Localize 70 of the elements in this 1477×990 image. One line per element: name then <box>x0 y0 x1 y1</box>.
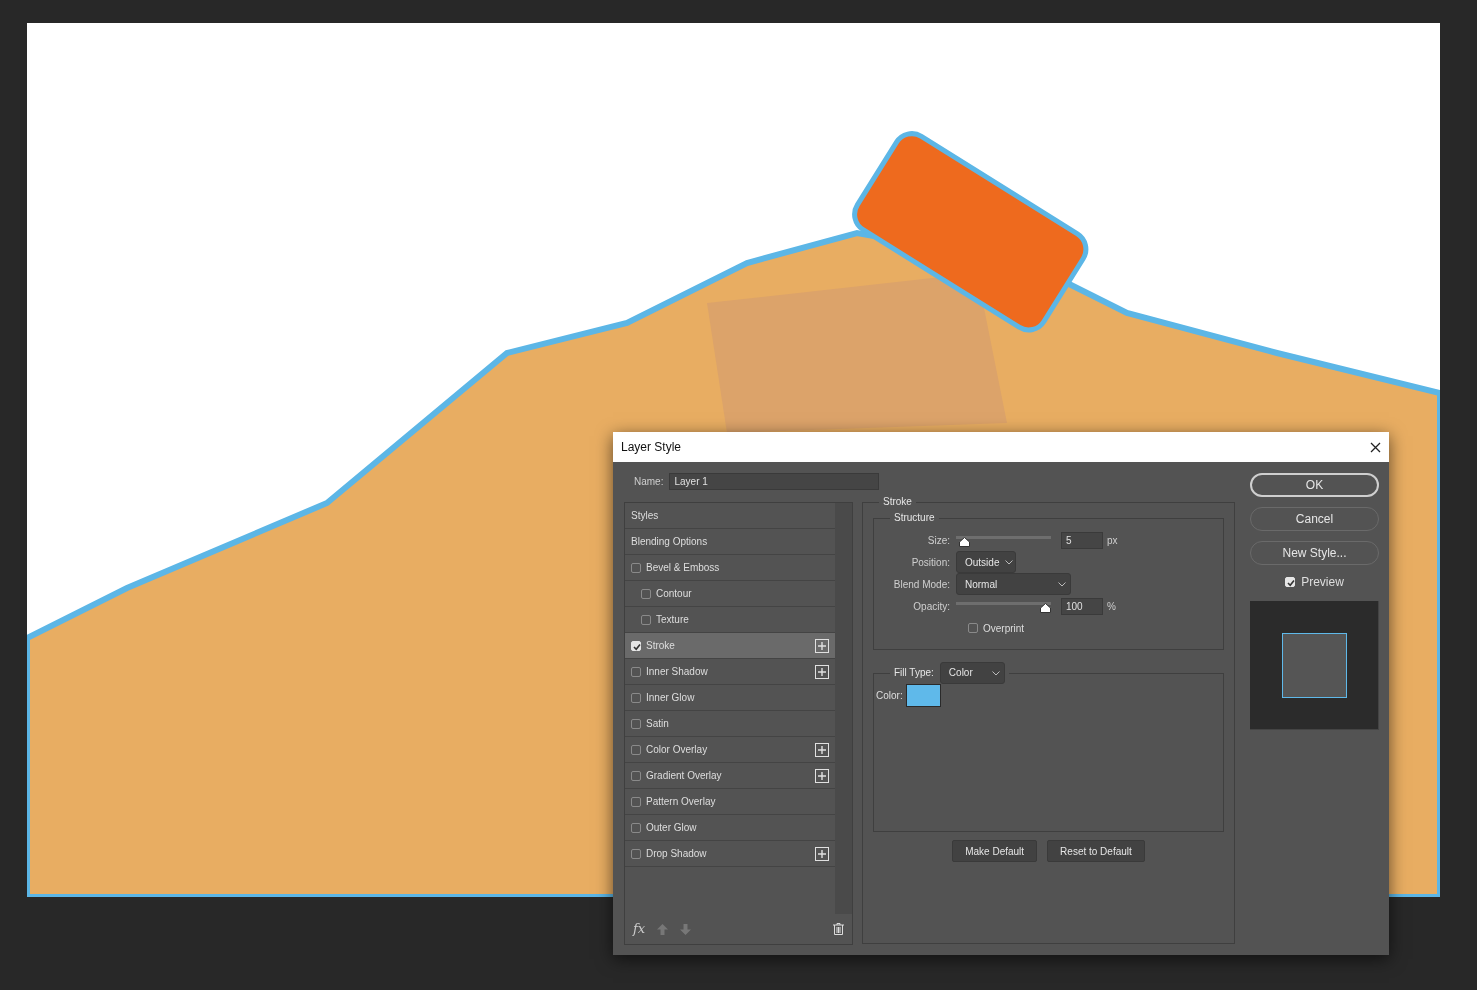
checkbox[interactable] <box>641 614 651 625</box>
name-field[interactable]: Layer 1 <box>669 472 880 490</box>
style-list-item[interactable]: Color Overlay <box>646 742 708 757</box>
chevron-down-icon <box>1058 581 1066 587</box>
style-list-item[interactable]: Contour <box>656 586 692 601</box>
style-list-item[interactable]: Texture <box>656 612 689 627</box>
checkbox[interactable] <box>631 770 641 781</box>
button[interactable]: Make Default <box>952 840 1038 862</box>
add-icon[interactable] <box>815 664 830 679</box>
style-list-item[interactable]: Pattern Overlay <box>646 794 716 809</box>
button[interactable]: OK <box>1250 473 1379 497</box>
unit-label: px <box>1107 533 1118 548</box>
button[interactable]: Reset to Default <box>1047 840 1145 862</box>
checkbox[interactable] <box>631 744 641 755</box>
section-title: Structure <box>893 513 936 523</box>
section-title: Stroke <box>882 497 913 507</box>
slider-thumb[interactable] <box>958 537 970 547</box>
checkbox[interactable] <box>631 666 641 677</box>
scrollbar[interactable] <box>835 503 852 914</box>
checkbox[interactable] <box>631 692 641 703</box>
chevron-down-icon <box>991 670 1000 676</box>
style-list-item[interactable]: Gradient Overlay <box>646 768 722 783</box>
add-icon[interactable] <box>815 742 830 757</box>
unit-label: % <box>1107 599 1116 614</box>
checkbox-label: Overprint <box>983 621 1025 636</box>
checkbox[interactable] <box>631 822 641 833</box>
style-list-item[interactable]: Bevel & Emboss <box>646 560 720 575</box>
add-icon[interactable] <box>815 846 830 861</box>
arrow-down-icon[interactable] <box>680 923 692 935</box>
dialog-title: Layer Style <box>621 439 682 456</box>
chevron-down-icon <box>1005 559 1014 565</box>
slider-thumb[interactable] <box>1040 603 1051 613</box>
field-label: Fill Type: <box>894 668 934 678</box>
arrow-up-icon[interactable] <box>657 923 669 935</box>
trash-icon[interactable] <box>833 923 844 935</box>
checkbox[interactable] <box>631 718 641 729</box>
checkbox-label: Preview <box>1301 574 1344 591</box>
name-label: Name: <box>634 474 664 489</box>
style-list-item[interactable]: Styles <box>631 508 659 523</box>
style-list-item[interactable]: Blending Options <box>631 534 708 549</box>
checkbox[interactable] <box>631 562 641 573</box>
checkbox[interactable] <box>968 623 978 633</box>
fx-button[interactable]: fx <box>633 919 646 939</box>
add-icon[interactable] <box>815 638 830 653</box>
field-label: Opacity: <box>912 599 951 614</box>
style-list-item[interactable]: Satin <box>646 716 669 731</box>
field-label: Position: <box>910 555 951 570</box>
button[interactable]: Cancel <box>1250 507 1379 531</box>
style-list-item[interactable]: Inner Glow <box>646 690 695 705</box>
checkbox[interactable] <box>641 588 651 599</box>
dropdown[interactable]: Color <box>939 662 1005 684</box>
field-label: Color: <box>876 689 903 703</box>
field-label: Size: <box>926 533 951 548</box>
color-swatch[interactable] <box>905 684 941 707</box>
close-icon[interactable] <box>1370 441 1381 453</box>
style-list-item[interactable]: Outer Glow <box>646 820 697 835</box>
style-list-item[interactable]: Drop Shadow <box>646 846 707 861</box>
preview-square <box>1281 632 1347 698</box>
slider-track[interactable] <box>956 536 1051 548</box>
field-label: Blend Mode: <box>892 577 951 592</box>
style-list-item[interactable]: Stroke <box>646 638 675 653</box>
button[interactable]: New Style... <box>1250 541 1379 565</box>
dropdown[interactable]: Normal <box>956 573 1071 595</box>
dropdown[interactable]: Outside <box>956 551 1016 573</box>
style-list-item[interactable]: Inner Shadow <box>646 664 708 679</box>
number-field[interactable]: 5 <box>1061 531 1103 549</box>
number-field[interactable]: 100 <box>1061 597 1103 615</box>
checkbox[interactable] <box>631 796 641 807</box>
checkbox[interactable] <box>631 848 641 859</box>
add-icon[interactable] <box>815 768 830 783</box>
